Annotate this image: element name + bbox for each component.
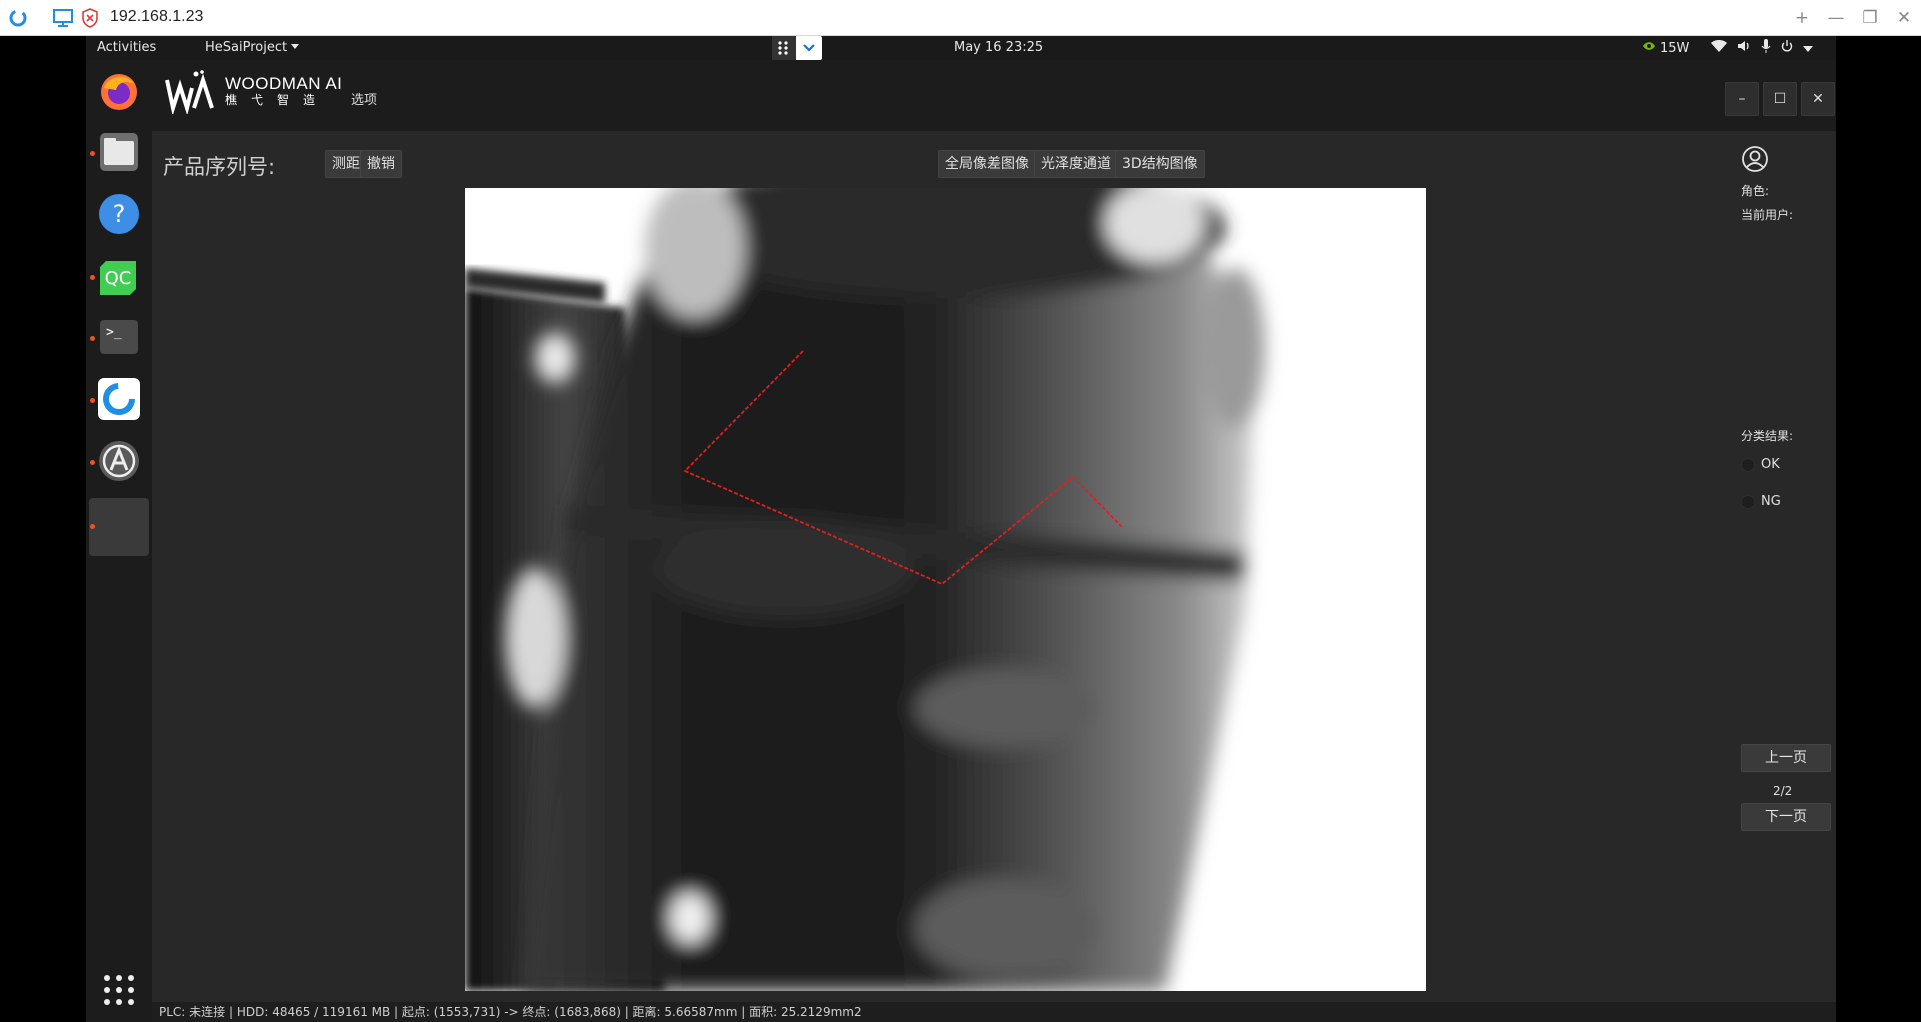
ok-label: OK [1761, 457, 1780, 472]
brand-subtitle: 樵弋智造 [225, 93, 330, 107]
woodman-logo-icon [165, 70, 214, 114]
restore-button[interactable]: ❐ [1858, 6, 1882, 30]
svg-text:>_: >_ [106, 325, 122, 340]
running-indicator [90, 336, 95, 341]
brand-logo: WOODMAN AI 樵弋智造 [163, 68, 342, 114]
system-tray[interactable]: 15W [1642, 39, 1814, 57]
grid-dropdown-icon [772, 36, 815, 60]
firefox-icon[interactable] [96, 68, 142, 114]
tab-global-aberration[interactable]: 全局像差图像 [938, 150, 1036, 178]
minimize-button[interactable]: — [1824, 6, 1848, 30]
power-usage: 15W [1660, 40, 1690, 56]
app-body: 产品序列号: 测距 撤销 全局像差图像 光泽度通道 3D结构图像 角色: 当前用… [152, 131, 1836, 1002]
page-indicator: 2/2 [1773, 784, 1793, 798]
next-page-button[interactable]: 下一页 [1741, 803, 1831, 831]
chevron-down-icon [1803, 41, 1814, 56]
undo-button[interactable]: 撤销 [360, 150, 402, 178]
svg-text:QC: QC [105, 268, 132, 289]
running-app-icon[interactable] [89, 498, 149, 556]
wifi-icon [1711, 40, 1728, 56]
status-bar: PLC: 未连接 | HDD: 48465 / 119161 MB | 起点: … [152, 1002, 1836, 1022]
remote-desktop-icon[interactable] [96, 376, 142, 422]
user-avatar-icon[interactable] [1741, 145, 1769, 173]
remote-desktop: Activities HeSaiProject May 16 23:25 15W [86, 36, 1836, 1022]
inspection-app-window: WOODMAN AI 樵弋智造 选项 – ☐ ✕ 产品序列号: 测距 撤销 全局… [152, 60, 1836, 1022]
remote-viewer-bar: 192.168.1.23 + — ❐ ✕ [0, 0, 1921, 36]
clock[interactable]: May 16 23:25 [954, 40, 1043, 55]
new-tab-button[interactable]: + [1790, 6, 1814, 30]
show-applications-icon[interactable] [103, 974, 135, 1006]
prev-page-button[interactable]: 上一页 [1741, 744, 1831, 772]
serial-number-label: 产品序列号: [163, 155, 276, 179]
nvidia-icon [1642, 40, 1656, 56]
running-indicator [90, 275, 95, 280]
microphone-icon [1761, 39, 1771, 57]
running-indicator [90, 398, 95, 403]
classification-label: 分类结果: [1741, 429, 1794, 443]
help-icon[interactable]: ? [96, 191, 142, 237]
app-header: WOODMAN AI 樵弋智造 选项 – ☐ ✕ [152, 60, 1836, 131]
svg-text:?: ? [113, 200, 126, 228]
window-close-button[interactable]: ✕ [1801, 82, 1835, 116]
window-maximize-button[interactable]: ☐ [1763, 82, 1797, 116]
terminal-icon[interactable]: >_ [96, 314, 142, 360]
keyboard-widget[interactable] [772, 36, 822, 60]
ng-radio[interactable] [1741, 495, 1755, 509]
ok-radio[interactable] [1741, 458, 1755, 472]
dock: ? QC >_ [86, 60, 152, 1022]
close-button[interactable]: ✕ [1892, 6, 1916, 30]
security-shield-icon[interactable] [80, 7, 100, 29]
window-minimize-button[interactable]: – [1725, 82, 1759, 116]
remote-viewer-logo-icon [9, 9, 27, 27]
current-user-label: 当前用户: [1741, 208, 1794, 222]
running-indicator [90, 524, 95, 529]
options-menu[interactable]: 选项 [351, 89, 377, 108]
power-icon [1781, 40, 1793, 56]
app-menu-label: HeSaiProject [205, 40, 288, 55]
files-icon[interactable] [96, 129, 142, 175]
tab-3d-structure[interactable]: 3D结构图像 [1115, 150, 1205, 178]
volume-icon [1737, 40, 1751, 56]
monitor-icon[interactable] [52, 8, 74, 28]
qt-creator-icon[interactable]: QC [96, 253, 142, 299]
running-indicator [90, 151, 95, 156]
software-updater-icon[interactable] [96, 438, 142, 484]
remote-address: 192.168.1.23 [110, 8, 204, 25]
app-menu[interactable]: HeSaiProject [205, 40, 300, 55]
role-label: 角色: [1741, 184, 1770, 198]
brand-name: WOODMAN AI [225, 74, 343, 93]
chevron-down-icon [291, 44, 300, 49]
gnome-top-bar: Activities HeSaiProject May 16 23:25 15W [86, 36, 1836, 60]
inspection-image[interactable] [465, 188, 1426, 991]
ng-label: NG [1761, 494, 1781, 509]
tab-gloss-channel[interactable]: 光泽度通道 [1034, 150, 1118, 178]
activities-button[interactable]: Activities [97, 40, 156, 55]
running-indicator [90, 460, 95, 465]
product-photo [465, 188, 1426, 991]
